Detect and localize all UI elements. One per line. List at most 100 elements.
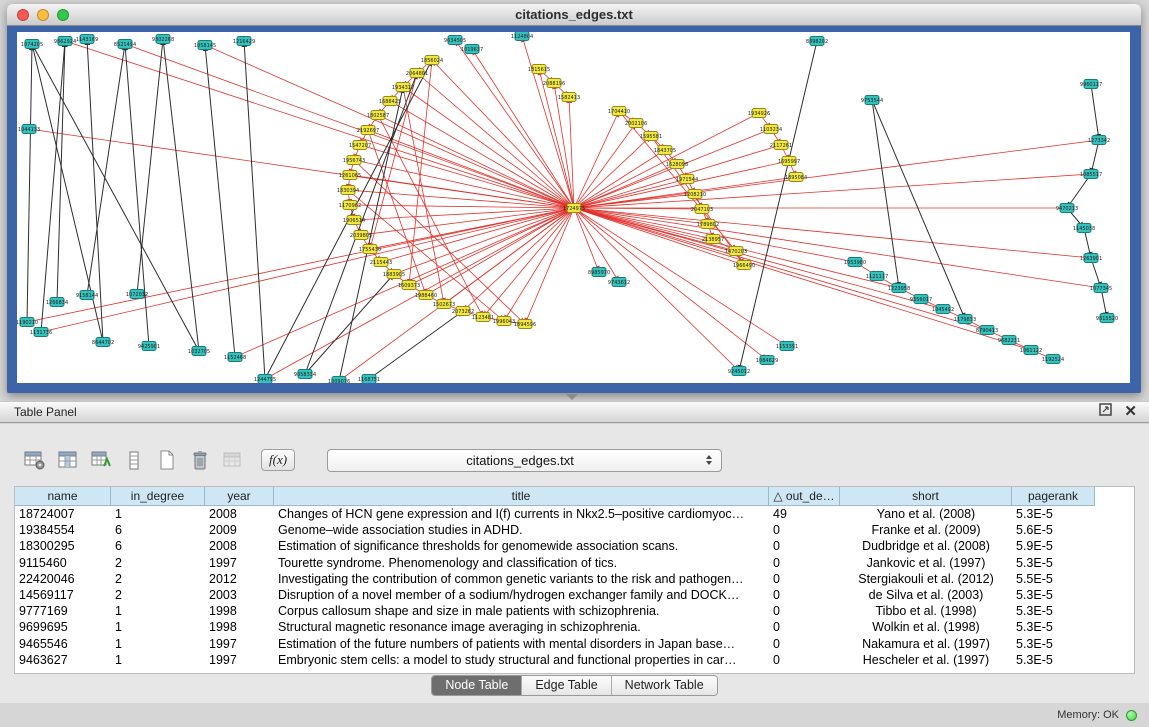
graph-node[interactable]: 1263901 [1080,254,1102,263]
graph-node[interactable]: 1856024 [421,56,443,65]
graph-node[interactable]: 1956743 [343,156,365,165]
graph-node[interactable]: 1152468 [224,353,246,362]
graph-edge[interactable] [739,41,817,371]
graph-node[interactable]: 9356017 [910,295,932,304]
graph-node[interactable]: 1547207 [349,141,371,150]
graph-edge[interactable] [409,208,574,285]
graph-node[interactable]: 1934926 [748,109,770,118]
graph-edge[interactable] [574,179,687,208]
graph-edge[interactable] [369,311,463,379]
graph-edge[interactable] [361,208,574,235]
graph-edge[interactable] [1091,140,1099,174]
graph-node[interactable]: 9862924 [54,37,76,46]
graph-node[interactable]: 1843705 [654,146,676,155]
memory-status-indicator[interactable] [1126,710,1137,721]
table-row[interactable]: 1938455462009Genome–wide association stu… [15,522,1134,538]
graph-node[interactable]: 1883905 [383,270,405,279]
graph-edge[interactable] [574,208,943,309]
graph-node[interactable]: 1502673 [433,300,455,309]
graph-node[interactable]: 1609373 [398,281,420,290]
graph-node[interactable]: 1755430 [359,245,381,254]
graph-node[interactable]: 1996043 [493,317,515,326]
graph-node[interactable]: 1019637 [461,45,483,54]
graph-edge[interactable] [417,73,574,208]
graph-node[interactable]: 1802587 [367,111,389,120]
graph-node[interactable]: 1895084 [785,173,807,182]
minimize-window-button[interactable] [37,9,49,21]
graph-node[interactable]: 1170962 [339,201,361,210]
graph-node[interactable]: 1266834 [46,298,68,307]
graph-node[interactable]: 1074205 [21,40,43,49]
graph-node[interactable]: 1179833 [954,315,976,324]
graph-edge[interactable] [57,41,65,302]
graph-node[interactable]: 9682231 [998,336,1020,345]
network-graph[interactable]: 1724975185602420648011934317168842518025… [17,32,1130,383]
graph-node[interactable]: 1208210 [684,190,706,199]
function-builder-button[interactable]: f(x) [261,449,295,471]
graph-edge[interactable] [574,208,1031,350]
edit-table-button[interactable] [88,447,114,473]
graph-node[interactable]: 2064801 [406,69,428,78]
graph-edge[interactable] [574,208,767,360]
graph-node[interactable]: 2115443 [370,258,392,267]
graph-node[interactable]: 1695997 [778,157,800,166]
graph-node[interactable]: 1971544 [676,175,698,184]
graph-node[interactable]: 1470203 [725,247,747,256]
graph-node[interactable]: 1688425 [379,97,401,106]
select-columns-button[interactable] [55,447,81,473]
new-column-button[interactable] [154,447,180,473]
network-canvas[interactable]: 1724975185602420648011934317168842518025… [17,32,1130,383]
float-panel-icon[interactable] [1099,403,1112,421]
table-settings-button[interactable] [22,447,48,473]
graph-node[interactable]: 1273342 [1088,136,1110,145]
graph-edge[interactable] [872,100,899,288]
table-row[interactable]: 946362711997Embryonic stem cells: a mode… [15,652,1134,668]
zoom-window-button[interactable] [57,9,69,21]
graph-edge[interactable] [354,208,574,220]
table-row[interactable]: 977716911998Corpus callosum shape and si… [15,603,1134,619]
graph-edge[interactable] [1067,174,1091,208]
graph-node[interactable]: 2192697 [357,126,379,135]
column-header-name[interactable]: name [15,487,111,506]
graph-node[interactable]: 9634505 [444,36,466,45]
graph-edge[interactable] [27,44,32,322]
graph-node[interactable]: 2047103 [691,205,713,214]
graph-node[interactable]: 1085517 [1080,170,1102,179]
graph-node[interactable]: 2039805 [350,231,372,240]
graph-node[interactable]: 9743612 [608,278,630,287]
graph-edge[interactable] [574,208,708,224]
graph-node[interactable]: 9960117 [1080,80,1102,89]
graph-node[interactable]: 9158144 [76,291,98,300]
graph-edge[interactable] [403,87,444,304]
table-row[interactable]: 969969511998Structural magnetic resonanc… [15,619,1134,635]
graph-node[interactable]: 1145038 [1073,224,1095,233]
column-header-out_degree[interactable]: △ out_de… [769,487,840,506]
graph-node[interactable]: 1216429 [233,37,255,46]
graph-node[interactable]: 1192524 [1042,355,1064,364]
graph-node[interactable]: 9815520 [1096,314,1118,323]
graph-node[interactable]: 1168751 [358,375,380,384]
graph-node[interactable]: 9058334 [294,370,316,379]
table-select-dropdown[interactable]: citations_edges.txt [327,449,722,472]
graph-node[interactable]: 1789802 [697,220,719,229]
graph-node[interactable]: 1595581 [640,132,662,141]
graph-node[interactable]: 1084629 [756,356,778,365]
delete-column-button[interactable] [187,447,213,473]
graph-edge[interactable] [651,136,744,265]
graph-edge[interactable] [305,274,394,374]
graph-node[interactable]: 2002106 [625,119,647,128]
graph-node[interactable]: 1058145 [194,41,216,50]
graph-node[interactable]: 1044133 [18,125,40,134]
graph-edge[interactable] [125,44,574,208]
graph-node[interactable]: 1906514 [343,216,365,225]
table-row[interactable]: 1456911722003Disruption of a novel membe… [15,587,1134,603]
graph-edge[interactable] [426,208,574,295]
graph-node[interactable]: 1121117 [866,272,888,281]
graph-edge[interactable] [27,208,574,322]
graph-node[interactable]: 1934317 [392,83,414,92]
graph-node[interactable]: 1045492 [932,305,954,314]
graph-node[interactable]: 1124804 [511,32,533,41]
graph-edge[interactable] [525,208,574,324]
graph-node[interactable]: 8985970 [588,268,610,277]
graph-node[interactable]: 1077345 [1090,284,1112,293]
